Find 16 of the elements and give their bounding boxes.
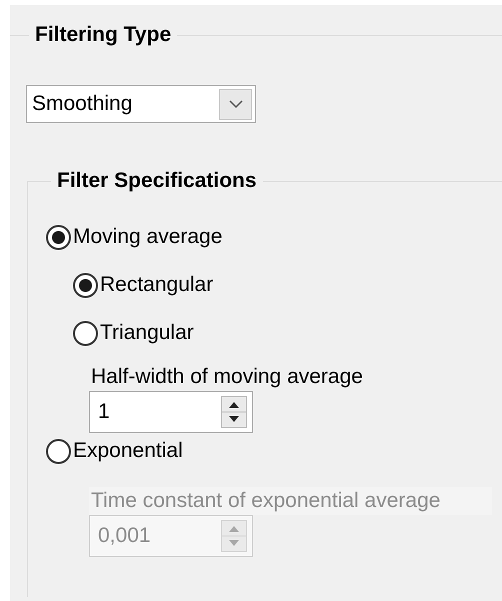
option-label: Exponential: [73, 439, 183, 463]
number-field[interactable]: 1: [89, 391, 253, 433]
radio-button[interactable]: [73, 272, 98, 298]
option-label: Moving average: [73, 225, 222, 249]
group-title: Filtering Type: [35, 23, 172, 47]
option-label: Rectangular: [100, 273, 214, 297]
field-label: Time constant of exponential average: [89, 487, 492, 515]
radio-button[interactable]: [46, 224, 71, 250]
group-title: Filter Specifications: [57, 169, 257, 193]
radio-button[interactable]: [46, 438, 71, 464]
field-label: Half-width of moving average: [90, 364, 364, 390]
radio-button[interactable]: [73, 320, 98, 346]
spinner-arrows-icon[interactable]: [221, 396, 247, 428]
chevron-down-icon: [228, 99, 244, 109]
filter-type-dropdown[interactable]: Smoothing: [26, 85, 256, 123]
option-label: Triangular: [100, 321, 194, 345]
